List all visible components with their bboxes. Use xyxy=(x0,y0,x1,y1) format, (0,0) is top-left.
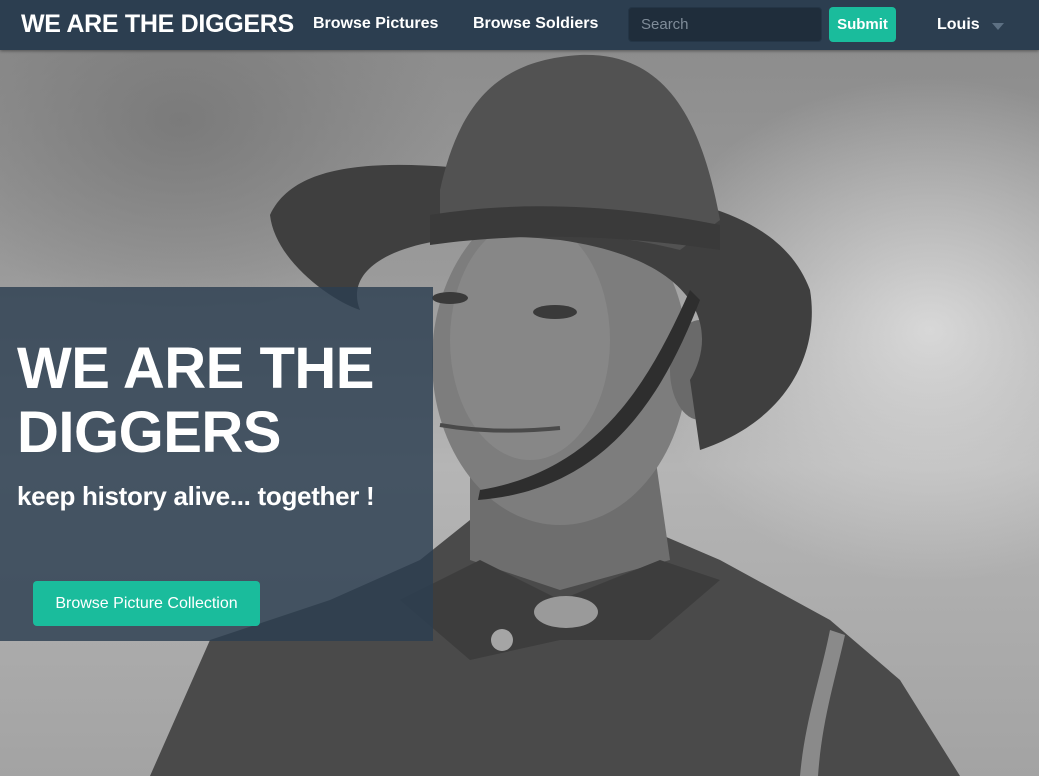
nav-browse-soldiers[interactable]: Browse Soldiers xyxy=(473,15,598,33)
photo-left-eye xyxy=(432,292,468,304)
page: WE ARE THE DIGGERS Browse Pictures Brows… xyxy=(0,0,1039,776)
navbar: WE ARE THE DIGGERS Browse Pictures Brows… xyxy=(0,0,1039,50)
photo-right-eye xyxy=(533,305,577,319)
photo-button xyxy=(491,629,513,651)
browse-picture-collection-button[interactable]: Browse Picture Collection xyxy=(33,581,260,626)
search-input[interactable] xyxy=(628,7,822,42)
hero-title: WE ARE THE DIGGERS xyxy=(17,336,374,465)
user-menu-dropdown[interactable]: Louis xyxy=(937,15,1004,35)
brand-logo-link[interactable]: WE ARE THE DIGGERS xyxy=(21,10,294,39)
user-name: Louis xyxy=(937,16,980,33)
hero-subtitle: keep history alive... together ! xyxy=(17,481,375,511)
photo-collar-badge xyxy=(534,596,598,628)
nav-browse-pictures[interactable]: Browse Pictures xyxy=(313,15,438,33)
submit-button[interactable]: Submit xyxy=(829,7,896,42)
hero-panel: WE ARE THE DIGGERS keep history alive...… xyxy=(0,287,433,641)
photo-face-highlight xyxy=(450,220,610,460)
caret-down-icon xyxy=(991,22,1004,30)
